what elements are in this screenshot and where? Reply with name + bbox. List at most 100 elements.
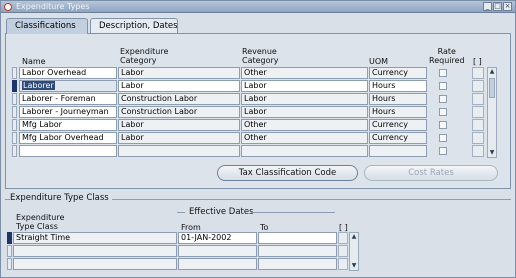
header-revenue-category: Revenue Category bbox=[242, 47, 279, 65]
header-uom: UOM bbox=[369, 57, 389, 66]
flexfield-cell[interactable] bbox=[472, 119, 484, 131]
record-indicator[interactable] bbox=[7, 245, 12, 257]
record-indicator[interactable] bbox=[12, 132, 17, 144]
cost-rates-button[interactable]: Cost Rates bbox=[364, 165, 498, 181]
grid-cell-category[interactable]: Construction Labor bbox=[118, 93, 240, 105]
grid-cell-uom[interactable] bbox=[369, 145, 427, 157]
grid-cell-uom[interactable]: Currency bbox=[369, 119, 427, 131]
record-indicator[interactable] bbox=[12, 93, 17, 105]
maximize-icon[interactable]: □ bbox=[493, 2, 502, 11]
rate-required-checkbox[interactable] bbox=[439, 121, 447, 129]
record-indicator[interactable] bbox=[12, 67, 17, 79]
flexfield-cell[interactable] bbox=[338, 232, 348, 244]
cell-text: Labor bbox=[121, 81, 144, 90]
header-rate-required: Rate Required bbox=[429, 47, 465, 65]
grid-cell-category[interactable]: Labor bbox=[118, 80, 240, 92]
type-class-cell-to[interactable] bbox=[258, 258, 337, 270]
grid-cell-category[interactable]: Labor bbox=[118, 67, 240, 79]
window-controls: _ □ × bbox=[483, 2, 512, 11]
type-class-cell-class[interactable]: Straight Time bbox=[13, 232, 177, 244]
cell-text: Currency bbox=[372, 68, 409, 77]
type-class-cell-class[interactable] bbox=[13, 245, 177, 257]
scroll-thumb[interactable] bbox=[489, 78, 495, 98]
flexfield-cell[interactable] bbox=[472, 132, 484, 144]
grid-cell-name[interactable] bbox=[19, 145, 117, 157]
rate-required-checkbox[interactable] bbox=[439, 147, 447, 155]
grid-cell-name[interactable]: Mfg Labor Overhead bbox=[19, 132, 117, 144]
tab-classifications[interactable]: Classifications bbox=[6, 18, 88, 34]
type-class-cell-to[interactable] bbox=[258, 232, 337, 244]
cell-text: Currency bbox=[372, 120, 409, 129]
grid-cell-name[interactable]: Laborer - Foreman bbox=[19, 93, 117, 105]
grid-cell-category[interactable]: Labor bbox=[118, 119, 240, 131]
grid-cell-revenue[interactable]: Labor bbox=[241, 106, 368, 118]
scroll-down-icon[interactable]: ▼ bbox=[350, 262, 358, 270]
record-indicator[interactable] bbox=[12, 106, 17, 118]
flexfield-cell[interactable] bbox=[472, 93, 484, 105]
grid-cell-revenue[interactable]: Other bbox=[241, 67, 368, 79]
flexfield-cell[interactable] bbox=[472, 106, 484, 118]
flexfield-cell[interactable] bbox=[472, 145, 484, 157]
grid-cell-uom[interactable]: Hours bbox=[369, 106, 427, 118]
grid-cell-uom[interactable]: Currency bbox=[369, 132, 427, 144]
grid-cell-revenue[interactable]: Other bbox=[241, 119, 368, 131]
grid-cell-name[interactable]: Mfg Labor bbox=[19, 119, 117, 131]
grid-cell-name[interactable]: Labor Overhead bbox=[19, 67, 117, 79]
scroll-down-icon[interactable]: ▼ bbox=[488, 149, 496, 157]
cell-text: Construction Labor bbox=[121, 107, 198, 116]
grid-cell-category[interactable]: Labor bbox=[118, 132, 240, 144]
scroll-up-icon[interactable]: ▲ bbox=[488, 68, 496, 76]
rate-required-checkbox[interactable] bbox=[439, 69, 447, 77]
cell-text: 01-JAN-2002 bbox=[181, 233, 232, 242]
tax-classification-code-button[interactable]: Tax Classification Code bbox=[217, 165, 358, 181]
tab-description-dates[interactable]: Description, Dates bbox=[90, 18, 178, 33]
header-type-class-flexfield: [ ] bbox=[339, 223, 348, 232]
grid-cell-category[interactable]: Construction Labor bbox=[118, 106, 240, 118]
grid-cell-category[interactable] bbox=[118, 145, 240, 157]
scroll-up-icon[interactable]: ▲ bbox=[350, 233, 358, 241]
grid-cell-name[interactable]: Laborer - Journeyman bbox=[19, 106, 117, 118]
type-class-cell-from[interactable]: 01-JAN-2002 bbox=[178, 232, 257, 244]
record-indicator[interactable] bbox=[7, 232, 12, 244]
type-class-scrollbar[interactable]: ▲ ▼ bbox=[349, 232, 359, 271]
type-class-cell-class[interactable] bbox=[13, 258, 177, 270]
rate-required-checkbox[interactable] bbox=[439, 134, 447, 142]
type-class-cell-from[interactable] bbox=[178, 245, 257, 257]
flexfield-cell[interactable] bbox=[338, 258, 348, 270]
grid-cell-revenue[interactable]: Labor bbox=[241, 80, 368, 92]
flexfield-cell[interactable] bbox=[472, 80, 484, 92]
record-indicator[interactable] bbox=[12, 145, 17, 157]
cell-text: Laborer - Journeyman bbox=[22, 107, 109, 116]
cell-text: Other bbox=[244, 120, 267, 129]
cell-text: Mfg Labor Overhead bbox=[22, 133, 104, 142]
rate-required-checkbox[interactable] bbox=[439, 82, 447, 90]
record-indicator[interactable] bbox=[12, 80, 17, 92]
rate-required-checkbox[interactable] bbox=[439, 108, 447, 116]
header-to: To bbox=[260, 223, 269, 232]
flexfield-cell[interactable] bbox=[338, 245, 348, 257]
grid-cell-revenue[interactable]: Labor bbox=[241, 93, 368, 105]
minimize-icon[interactable]: _ bbox=[483, 2, 492, 11]
grid-cell-uom[interactable]: Hours bbox=[369, 93, 427, 105]
close-icon[interactable]: × bbox=[503, 2, 512, 11]
type-class-cell-to[interactable] bbox=[258, 245, 337, 257]
grid-cell-uom[interactable]: Currency bbox=[369, 67, 427, 79]
effective-dates-label: Effective Dates bbox=[189, 207, 254, 217]
expenditure-types-window: Expenditure Types _ □ × Classifications … bbox=[0, 0, 516, 278]
cell-text: Labor Overhead bbox=[22, 68, 87, 77]
flexfield-cell[interactable] bbox=[472, 67, 484, 79]
classifications-panel: Name Expenditure Category Revenue Catego… bbox=[5, 33, 511, 189]
record-indicator[interactable] bbox=[7, 258, 12, 270]
effective-dates-left-rule bbox=[177, 212, 185, 213]
grid-cell-uom[interactable]: Hours bbox=[369, 80, 427, 92]
grid-scrollbar[interactable]: ▲ ▼ bbox=[487, 67, 497, 158]
grid-cell-name[interactable]: Laborer bbox=[19, 80, 117, 92]
title-bar[interactable]: Expenditure Types _ □ × bbox=[1, 1, 515, 13]
type-class-cell-from[interactable] bbox=[178, 258, 257, 270]
cell-text: Other bbox=[244, 68, 267, 77]
record-indicator[interactable] bbox=[12, 119, 17, 131]
cell-text: Hours bbox=[372, 107, 396, 116]
rate-required-checkbox[interactable] bbox=[439, 95, 447, 103]
grid-cell-revenue[interactable] bbox=[241, 145, 368, 157]
grid-cell-revenue[interactable]: Other bbox=[241, 132, 368, 144]
